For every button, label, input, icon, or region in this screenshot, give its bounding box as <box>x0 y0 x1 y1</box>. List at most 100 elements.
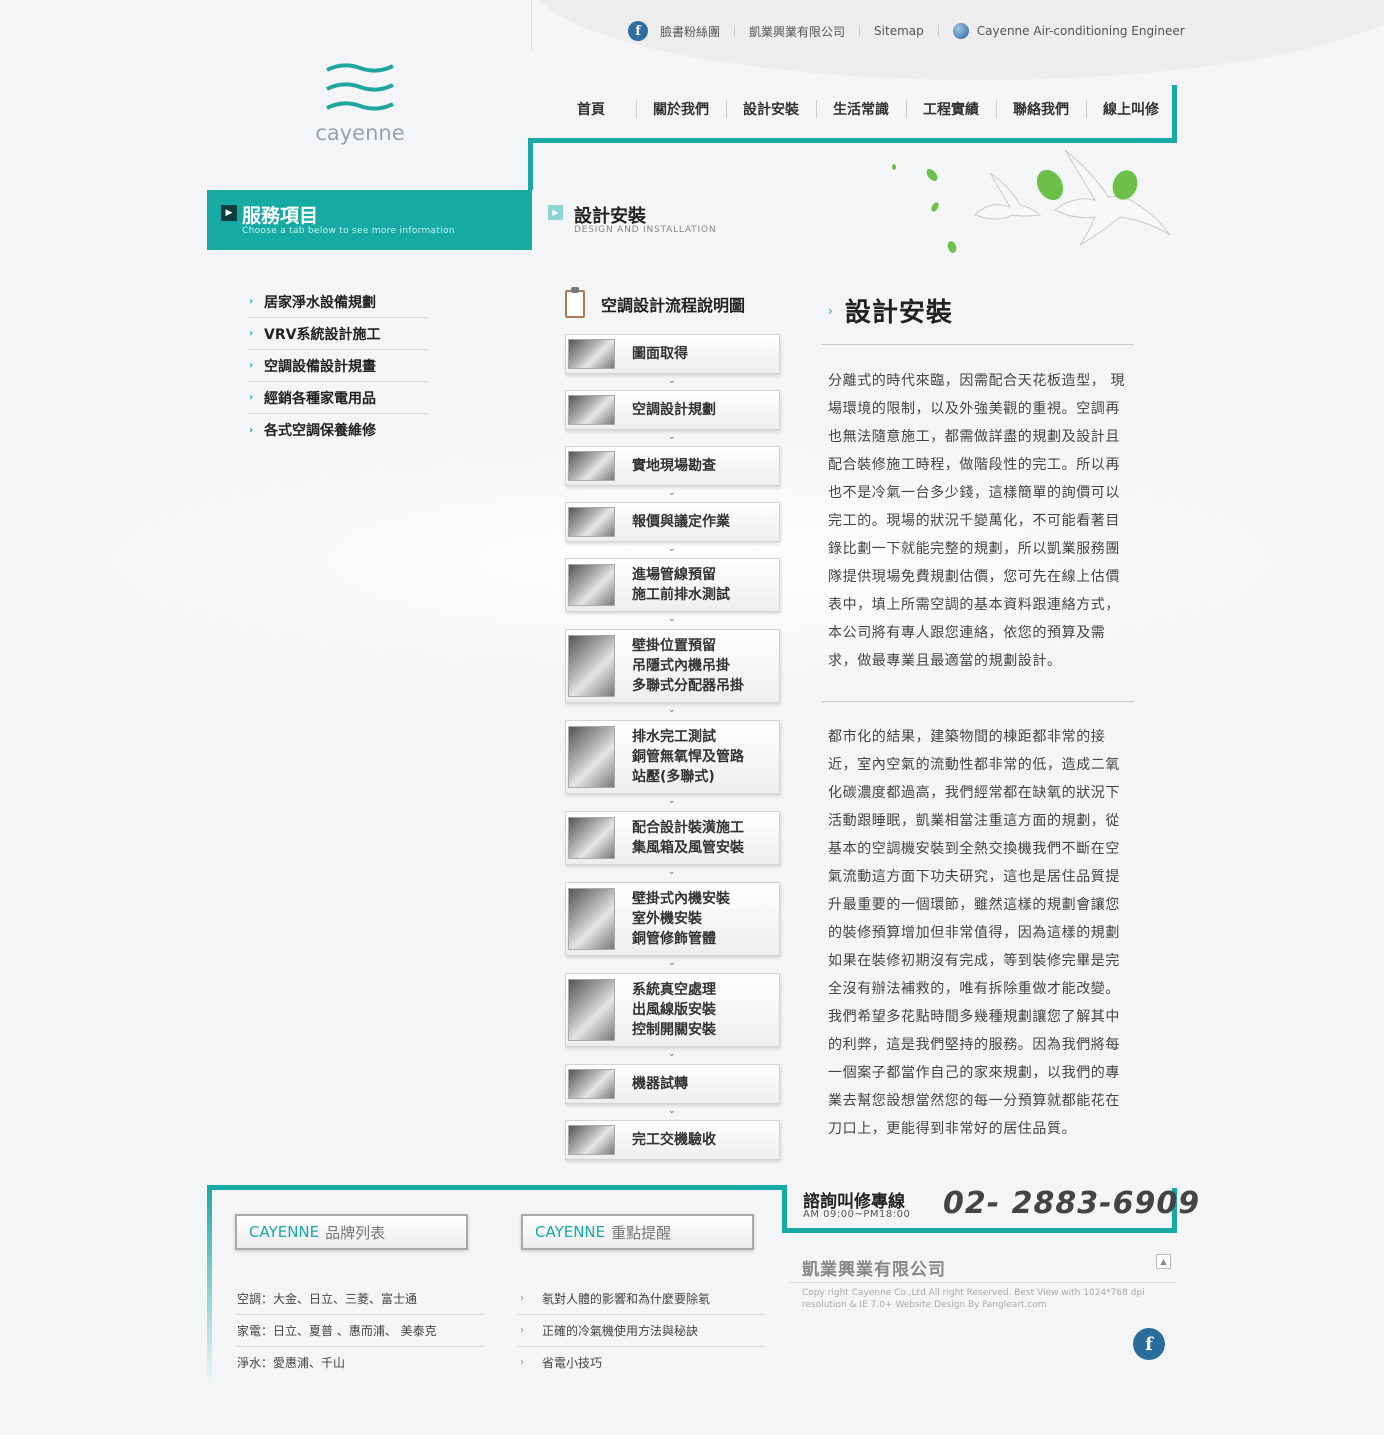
flow-step-label: 圖面取得 <box>632 344 688 364</box>
side-item-label: 居家淨水設備規劃 <box>264 294 376 311</box>
nav-about[interactable]: 關於我們 <box>636 98 726 122</box>
tip-item-label: 省電小技巧 <box>542 1356 603 1370</box>
nav-home[interactable]: 首頁 <box>546 98 636 122</box>
flow-step: 完工交機驗收 <box>565 1120 780 1160</box>
flow-step-thumbnail <box>568 888 615 950</box>
flow-step: 壁掛式內機安裝 室外機安裝 銅管修飾管體 <box>565 882 780 956</box>
flow-step-label: 報價與議定作業 <box>632 512 730 532</box>
flow-step-line: 機器試轉 <box>632 1076 688 1092</box>
service-header: ▶ 服務項目 Choose a tab below to see more in… <box>207 190 532 250</box>
article-line: 業去幫您設想當然您的每一分預算就都能花在 <box>828 1093 1120 1109</box>
service-subtitle: Choose a tab below to see more informati… <box>242 226 455 236</box>
flow-step-line: 空調設計規劃 <box>632 402 716 418</box>
facebook-fans-link[interactable]: 臉書粉絲團 <box>660 23 720 40</box>
flow-step-line: 控制開關安裝 <box>632 1022 716 1038</box>
chevron-down-icon: ⌄ <box>668 1049 676 1059</box>
facebook-icon[interactable]: f <box>628 21 648 41</box>
flow-step-thumbnail <box>568 1125 615 1155</box>
flow-step: 空調設計規劃 <box>565 390 780 430</box>
flow-step-line: 室外機安裝 <box>632 911 702 927</box>
flow-step: 進場管線預留 施工前排水測試 <box>565 558 780 612</box>
brand-box-zh: 品牌列表 <box>325 1223 386 1242</box>
flow-step-label: 空調設計規劃 <box>632 400 716 420</box>
brand-item: 淨水：愛惠浦、千山 <box>237 1356 346 1370</box>
flow-step-line: 施工前排水測試 <box>632 587 730 603</box>
nav-contact[interactable]: 聯絡我們 <box>996 98 1086 122</box>
article-line: 完工的。現場的狀況千變萬化，不可能看著目 <box>828 513 1120 529</box>
topbar-divider <box>531 0 532 50</box>
side-item-water-purification[interactable]: › 居家淨水設備規劃 <box>248 286 428 318</box>
site-logo[interactable]: cayenne <box>300 62 420 152</box>
flow-step-label: 系統真空處理 出風線版安裝 控制開關安裝 <box>632 980 716 1040</box>
flow-step-thumbnail <box>568 635 615 697</box>
chevron-right-icon: › <box>249 424 254 436</box>
brand-list: 空調：大金、日立、三菱、富士通 家電：日立、夏普 、惠而浦、 美泰克 淨水：愛惠… <box>237 1283 484 1379</box>
tips-box-zh: 重點提醒 <box>611 1223 672 1242</box>
company-link[interactable]: 凱業興業有限公司 <box>749 23 845 40</box>
sitemap-link[interactable]: Sitemap <box>874 24 924 38</box>
topbar-separator <box>734 25 736 37</box>
service-title: 服務項目 <box>242 205 319 227</box>
flow-step: 圖面取得 <box>565 334 780 374</box>
chevron-down-icon: ⌄ <box>668 432 676 442</box>
tip-item[interactable]: › 省電小技巧 <box>518 1347 766 1379</box>
flow-step-line: 配合設計裝潢施工 <box>632 820 744 836</box>
nav-design-install[interactable]: 設計安裝 <box>726 98 816 122</box>
side-item-label: VRV系統設計施工 <box>264 326 381 343</box>
flow-step-label: 機器試轉 <box>632 1074 688 1094</box>
company-name: 凱業興業有限公司 <box>802 1260 946 1280</box>
side-item-label: 各式空調保養維修 <box>264 423 376 439</box>
tips-box: CAYENNE 重點提醒 <box>521 1214 754 1250</box>
chevron-down-icon: ⌄ <box>668 705 676 715</box>
footer-frame <box>207 1185 787 1190</box>
flow-title: 空調設計流程說明圖 <box>565 287 745 318</box>
topbar: f 臉書粉絲團 凱業興業有限公司 Sitemap Cayenne Air-con… <box>628 20 1185 42</box>
tips-box-en: CAYENNE <box>535 1223 606 1241</box>
tip-item[interactable]: › 正確的冷氣機使用方法與秘訣 <box>518 1315 766 1347</box>
flow-step: 壁掛位置預留 吊隱式內機吊掛 多聯式分配器吊掛 <box>565 629 780 703</box>
chevron-down-icon: ⌄ <box>668 544 676 554</box>
nav-knowledge[interactable]: 生活常識 <box>816 98 906 122</box>
hotline-number: 02- 2883-6909 <box>943 1186 1201 1221</box>
copyright: Copy right Cayenne Co.,Ltd All right Res… <box>802 1288 1145 1310</box>
flow-step-line: 銅管修飾管體 <box>632 931 716 947</box>
engineer-link[interactable]: Cayenne Air-conditioning Engineer <box>977 24 1185 38</box>
flow-step-thumbnail <box>568 451 615 481</box>
facebook-icon[interactable]: f <box>1133 1328 1165 1360</box>
back-to-top-icon[interactable]: ▲ <box>1156 1254 1171 1269</box>
flow-step-thumbnail <box>568 1069 615 1099</box>
article-line: 我們希望多花點時間多幾種規劃讓您了解其中 <box>828 1009 1120 1025</box>
side-item-appliances[interactable]: › 經銷各種家電用品 <box>248 382 428 414</box>
article-line: 也不是冷氣一台多少錢，這樣簡單的詢價可以 <box>828 485 1120 501</box>
flow-step-line: 銅管無氧悍及管路 <box>632 749 744 765</box>
side-item-vrv[interactable]: › VRV系統設計施工 <box>248 318 428 350</box>
article-line: 近，室內空氣的流動性都非常的低，造成二氧 <box>828 757 1120 773</box>
chevron-down-icon: ⌄ <box>668 376 676 386</box>
article-paragraph-2: 都市化的結果，建築物間的棟距都非常的接 近，室內空氣的流動性都非常的低，造成二氧化… <box>828 723 1153 1143</box>
flow-step-thumbnail <box>568 507 615 537</box>
side-item-maintenance[interactable]: › 各式空調保養維修 <box>248 414 428 446</box>
chevron-down-icon: ⌄ <box>668 958 676 968</box>
article-line: 升最重要的一個環節，雖然這樣的規劃會讓您 <box>828 897 1120 913</box>
nav-online-repair[interactable]: 線上叫修 <box>1086 98 1176 122</box>
side-menu: › 居家淨水設備規劃 › VRV系統設計施工 › 空調設備設計規畫 › 經銷各種… <box>248 286 428 446</box>
nav-frame <box>528 140 533 190</box>
nav-projects[interactable]: 工程實績 <box>906 98 996 122</box>
chevron-down-icon: ⌄ <box>668 1106 676 1116</box>
flow-step-line: 出風線版安裝 <box>632 1002 716 1018</box>
globe-icon <box>952 23 969 39</box>
flow-step-line: 壁掛位置預留 <box>632 638 716 654</box>
tip-item[interactable]: › 氡對人體的影響和為什麼要除氡 <box>518 1283 766 1315</box>
flow-step-line: 報價與議定作業 <box>632 514 730 530</box>
brand-list-box: CAYENNE 品牌列表 <box>235 1214 468 1250</box>
logo-wave-icon <box>326 82 394 92</box>
flow-step: 報價與議定作業 <box>565 502 780 542</box>
footer-frame <box>782 1185 787 1233</box>
article-line: 場環境的限制，以及外強美觀的重視。空調再 <box>828 401 1120 417</box>
flow-step-label: 壁掛位置預留 吊隱式內機吊掛 多聯式分配器吊掛 <box>632 636 744 696</box>
flow-step-label: 進場管線預留 施工前排水測試 <box>632 565 730 605</box>
logo-wave-icon <box>326 101 394 111</box>
side-item-ac-design[interactable]: › 空調設備設計規畫 <box>248 350 428 382</box>
flow-step-thumbnail <box>568 339 615 369</box>
chevron-right-icon: › <box>520 1357 524 1368</box>
